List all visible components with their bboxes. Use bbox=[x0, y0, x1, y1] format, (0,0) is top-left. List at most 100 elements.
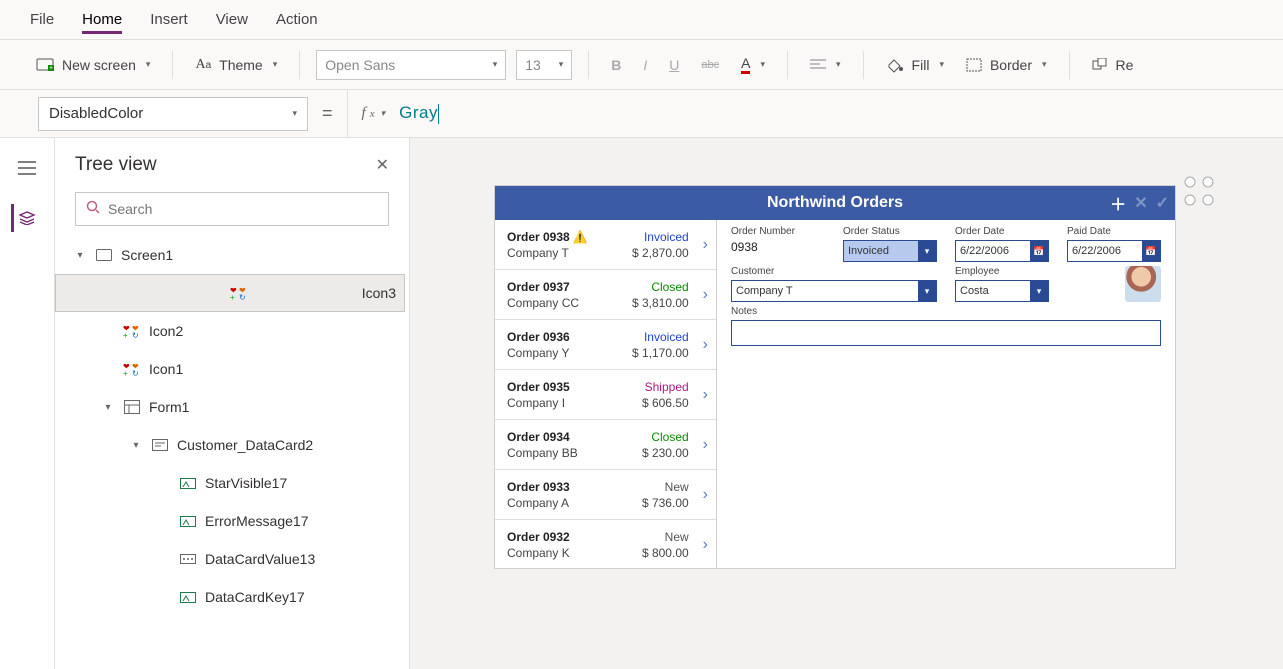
menu-file[interactable]: File bbox=[30, 5, 54, 34]
font-selector[interactable]: Open Sans▾ bbox=[316, 50, 506, 80]
order-status: Closed bbox=[651, 430, 688, 444]
tree-item[interactable]: DataCardValue13 bbox=[55, 540, 405, 578]
menu-bar: File Home Insert View Action bbox=[0, 0, 1283, 40]
property-selector[interactable]: DisabledColor ▾ bbox=[38, 97, 308, 131]
employee-select[interactable]: Costa ▾ bbox=[955, 280, 1049, 302]
menu-view[interactable]: View bbox=[216, 5, 248, 34]
tree-item[interactable]: ErrorMessage17 bbox=[55, 502, 405, 540]
app-header: Northwind Orders ＋ ✕ ✓ bbox=[495, 186, 1175, 220]
font-color-button[interactable]: A▾ bbox=[735, 52, 771, 77]
border-button[interactable]: Border ▾ bbox=[960, 54, 1053, 76]
chevron-right-icon: › bbox=[703, 386, 708, 404]
order-list[interactable]: Order 0938⚠️ Company T Invoiced $ 2,870.… bbox=[495, 220, 717, 568]
accept-icon[interactable]: ✓ bbox=[1156, 193, 1169, 213]
new-screen-button[interactable]: + New screen ▾ bbox=[30, 54, 156, 76]
order-amount: $ 3,810.00 bbox=[632, 296, 689, 310]
notes-input[interactable] bbox=[731, 320, 1161, 346]
screen-icon bbox=[95, 249, 113, 261]
date-value: 6/22/2006 bbox=[1072, 245, 1121, 257]
reorder-button[interactable]: Re bbox=[1086, 54, 1140, 76]
close-panel-button[interactable]: ✕ bbox=[376, 155, 389, 175]
ctrl-icon bbox=[179, 476, 197, 490]
tree-item[interactable]: ▾Screen1 bbox=[55, 236, 405, 274]
order-status: New bbox=[665, 530, 689, 544]
fill-button[interactable]: Fill ▾ bbox=[880, 54, 950, 76]
panel-title: Tree view bbox=[75, 154, 157, 176]
order-row[interactable]: Order 0938⚠️ Company T Invoiced $ 2,870.… bbox=[495, 220, 716, 270]
order-amount: $ 1,170.00 bbox=[632, 346, 689, 360]
paid-date-input[interactable]: 6/22/2006📅 bbox=[1067, 240, 1161, 262]
tree-item[interactable]: ❤❤+↻Icon1 bbox=[55, 350, 405, 388]
canvas[interactable]: Northwind Orders ＋ ✕ ✓ Order 0938⚠️ Comp… bbox=[410, 138, 1283, 669]
customer-select[interactable]: Company T ▾ bbox=[731, 280, 937, 302]
ctrl-icon bbox=[179, 590, 197, 604]
theme-button[interactable]: Aa Theme ▾ bbox=[189, 54, 283, 76]
order-date-input[interactable]: 6/22/2006📅 bbox=[955, 240, 1049, 262]
select-value: Costa bbox=[960, 285, 989, 297]
tree-item[interactable]: ▾Form1 bbox=[55, 388, 405, 426]
search-box[interactable] bbox=[75, 192, 389, 226]
order-row[interactable]: Order 0933 Company A New $ 736.00 › bbox=[495, 470, 716, 520]
tree-list: ▾Screen1❤❤+↻Icon3❤❤+↻Icon2❤❤+↻Icon1▾Form… bbox=[55, 236, 409, 669]
svg-text:+: + bbox=[49, 65, 53, 72]
field-label: Employee bbox=[955, 266, 1049, 277]
employee-avatar bbox=[1125, 266, 1161, 302]
search-input[interactable] bbox=[108, 201, 378, 217]
cancel-icon[interactable]: ✕ bbox=[1134, 193, 1147, 213]
expand-toggle[interactable]: ▾ bbox=[101, 402, 115, 413]
header-icons: ＋ ✕ ✓ bbox=[1110, 191, 1169, 215]
svg-text:↻: ↻ bbox=[132, 331, 139, 338]
italic-button[interactable]: I bbox=[637, 54, 653, 76]
formula-input[interactable]: Gray bbox=[399, 103, 439, 124]
main-area: Tree view ✕ ▾Screen1❤❤+↻Icon3❤❤+↻Icon2❤❤… bbox=[0, 138, 1283, 669]
svg-text:+: + bbox=[230, 293, 235, 300]
field-label: Order Status bbox=[843, 226, 937, 237]
warning-icon: ⚠️ bbox=[573, 230, 588, 244]
chevron-down-icon: ▾ bbox=[1030, 281, 1048, 301]
order-row[interactable]: Order 0935 Company I Shipped $ 606.50 › bbox=[495, 370, 716, 420]
hamburger-button[interactable] bbox=[12, 154, 42, 182]
order-amount: $ 736.00 bbox=[642, 496, 689, 510]
field-label: Order Date bbox=[955, 226, 1049, 237]
strike-button[interactable]: abc bbox=[695, 56, 725, 74]
reorder-label: Re bbox=[1116, 57, 1134, 73]
tree-item[interactable]: ▾Customer_DataCard2 bbox=[55, 426, 405, 464]
add-icon[interactable]: ＋ bbox=[1110, 191, 1126, 215]
bold-button[interactable]: B bbox=[605, 54, 627, 76]
selection-handles bbox=[1184, 176, 1214, 206]
order-row[interactable]: Order 0937 Company CC Closed $ 3,810.00 … bbox=[495, 270, 716, 320]
select-value: Company T bbox=[736, 285, 793, 297]
tree-item[interactable]: StarVisible17 bbox=[55, 464, 405, 502]
order-amount: $ 230.00 bbox=[642, 446, 689, 460]
expand-toggle[interactable]: ▾ bbox=[73, 250, 87, 261]
tree-item[interactable]: ❤❤+↻Icon2 bbox=[55, 312, 405, 350]
order-amount: $ 606.50 bbox=[642, 396, 689, 410]
tree-item-label: Icon1 bbox=[149, 361, 183, 377]
order-status-select[interactable]: Invoiced▾ bbox=[843, 240, 937, 262]
theme-label: Theme bbox=[219, 57, 263, 73]
order-row[interactable]: Order 0932 Company K New $ 800.00 › bbox=[495, 520, 716, 568]
tree-item[interactable]: ❤❤+↻Icon3 bbox=[55, 274, 405, 312]
order-company: Company K bbox=[507, 546, 570, 560]
order-row[interactable]: Order 0934 Company BB Closed $ 230.00 › bbox=[495, 420, 716, 470]
font-size-selector[interactable]: 13▾ bbox=[516, 50, 572, 80]
menu-home[interactable]: Home bbox=[82, 5, 122, 34]
chevron-down-icon: ▾ bbox=[836, 59, 841, 70]
border-label: Border bbox=[990, 57, 1032, 73]
reorder-icon bbox=[1092, 58, 1108, 72]
formula-input-wrap: fx ▾ Gray bbox=[347, 90, 1283, 138]
formula-bar: DisabledColor ▾ = fx ▾ Gray bbox=[0, 90, 1283, 138]
underline-button[interactable]: U bbox=[663, 54, 685, 76]
order-company: Company T bbox=[507, 246, 588, 260]
chevron-down-icon: ▾ bbox=[918, 281, 936, 301]
fx-icon[interactable]: fx ▾ bbox=[362, 105, 386, 122]
tree-item[interactable]: DataCardKey17 bbox=[55, 578, 405, 616]
expand-toggle[interactable]: ▾ bbox=[129, 440, 143, 451]
menu-action[interactable]: Action bbox=[276, 5, 318, 34]
order-status: New bbox=[665, 480, 689, 494]
align-button[interactable]: ▾ bbox=[804, 56, 847, 74]
theme-icon: Aa bbox=[195, 57, 211, 73]
menu-insert[interactable]: Insert bbox=[150, 5, 188, 34]
tree-view-rail-button[interactable] bbox=[11, 204, 41, 232]
order-row[interactable]: Order 0936 Company Y Invoiced $ 1,170.00… bbox=[495, 320, 716, 370]
